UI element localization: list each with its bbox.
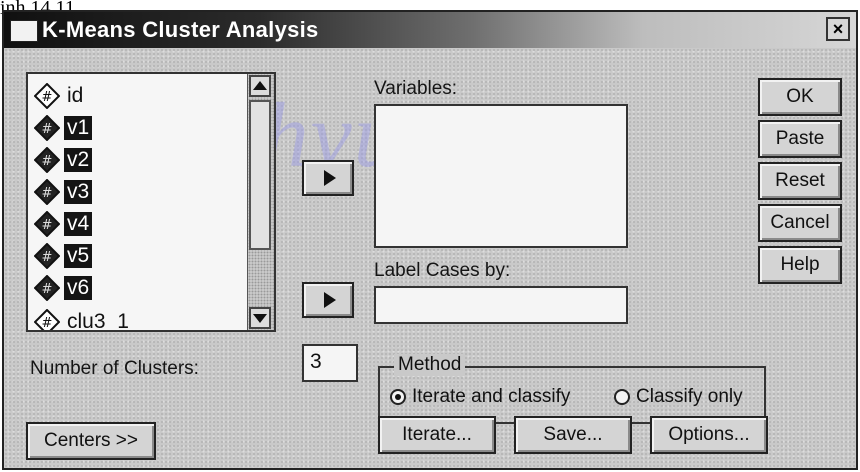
list-item[interactable]: # v2: [34, 144, 93, 176]
svg-text:#: #: [42, 90, 53, 105]
cancel-button[interactable]: Cancel: [758, 204, 842, 242]
variables-label: Variables:: [374, 78, 458, 99]
clusters-label: Number of Clusters:: [30, 358, 199, 379]
method-legend: Method: [394, 354, 466, 376]
kmeans-dialog: K-Means Cluster Analysis × Sachvui.Com #…: [2, 10, 858, 470]
svg-text:#: #: [42, 250, 53, 265]
radio-checked-icon: [390, 389, 406, 405]
variable-label: v1: [64, 116, 93, 140]
window-icon: [10, 20, 38, 42]
paste-button[interactable]: Paste: [758, 120, 842, 158]
variable-label: id: [67, 84, 84, 107]
scroll-up-button[interactable]: [249, 75, 271, 97]
list-item[interactable]: # v3: [34, 176, 93, 208]
svg-text:#: #: [42, 218, 53, 233]
variable-label: v6: [64, 276, 93, 300]
variable-label: v3: [64, 180, 93, 204]
iterate-classify-radio[interactable]: Iterate and classify: [390, 386, 570, 408]
numeric-variable-icon: #: [34, 115, 60, 141]
numeric-variable-icon: #: [34, 309, 60, 331]
scroll-thumb[interactable]: [249, 100, 271, 250]
list-item[interactable]: # clu3_1: [34, 306, 132, 332]
classify-only-radio[interactable]: Classify only: [614, 386, 743, 408]
clusters-input[interactable]: 3: [302, 344, 358, 382]
svg-text:#: #: [42, 154, 53, 169]
save-button[interactable]: Save...: [514, 416, 632, 454]
variables-list[interactable]: [374, 104, 628, 248]
numeric-variable-icon: #: [34, 147, 60, 173]
svg-text:#: #: [42, 186, 53, 201]
list-item[interactable]: # v1: [34, 112, 93, 144]
move-to-label-cases-button[interactable]: [302, 282, 354, 318]
variable-label: v2: [64, 148, 93, 172]
ok-button[interactable]: OK: [758, 78, 842, 116]
close-button[interactable]: ×: [826, 17, 850, 41]
numeric-variable-icon: #: [34, 211, 60, 237]
arrow-down-icon: [253, 314, 267, 323]
list-scrollbar[interactable]: [247, 74, 274, 330]
list-item[interactable]: # v4: [34, 208, 93, 240]
variable-label: v4: [64, 212, 93, 236]
arrow-up-icon: [253, 81, 267, 90]
title-bar: K-Means Cluster Analysis ×: [4, 12, 856, 48]
help-button[interactable]: Help: [758, 246, 842, 284]
options-button[interactable]: Options...: [650, 416, 768, 454]
scroll-down-button[interactable]: [249, 307, 271, 329]
iterate-button[interactable]: Iterate...: [378, 416, 496, 454]
svg-text:#: #: [42, 122, 53, 137]
variable-label: clu3_1: [67, 310, 129, 332]
svg-text:#: #: [42, 282, 53, 297]
list-item[interactable]: # v6: [34, 272, 93, 304]
label-cases-field[interactable]: [374, 286, 628, 324]
reset-button[interactable]: Reset: [758, 162, 842, 200]
list-item[interactable]: # id: [34, 80, 86, 112]
radio-label: Iterate and classify: [412, 386, 571, 407]
numeric-variable-icon: #: [34, 83, 60, 109]
source-variable-list[interactable]: # id # v1 # v2 # v3 # v4 # v5 # v6 # clu…: [26, 72, 276, 332]
svg-text:#: #: [42, 316, 53, 331]
numeric-variable-icon: #: [34, 243, 60, 269]
variable-label: v5: [64, 244, 93, 268]
window-title: K-Means Cluster Analysis: [42, 17, 319, 42]
list-item[interactable]: # v5: [34, 240, 93, 272]
numeric-variable-icon: #: [34, 179, 60, 205]
numeric-variable-icon: #: [34, 275, 60, 301]
move-to-variables-button[interactable]: [302, 160, 354, 196]
radio-unchecked-icon: [614, 389, 630, 405]
centers-button[interactable]: Centers >>: [26, 422, 156, 460]
radio-label: Classify only: [636, 386, 743, 407]
label-cases-label: Label Cases by:: [374, 260, 511, 281]
